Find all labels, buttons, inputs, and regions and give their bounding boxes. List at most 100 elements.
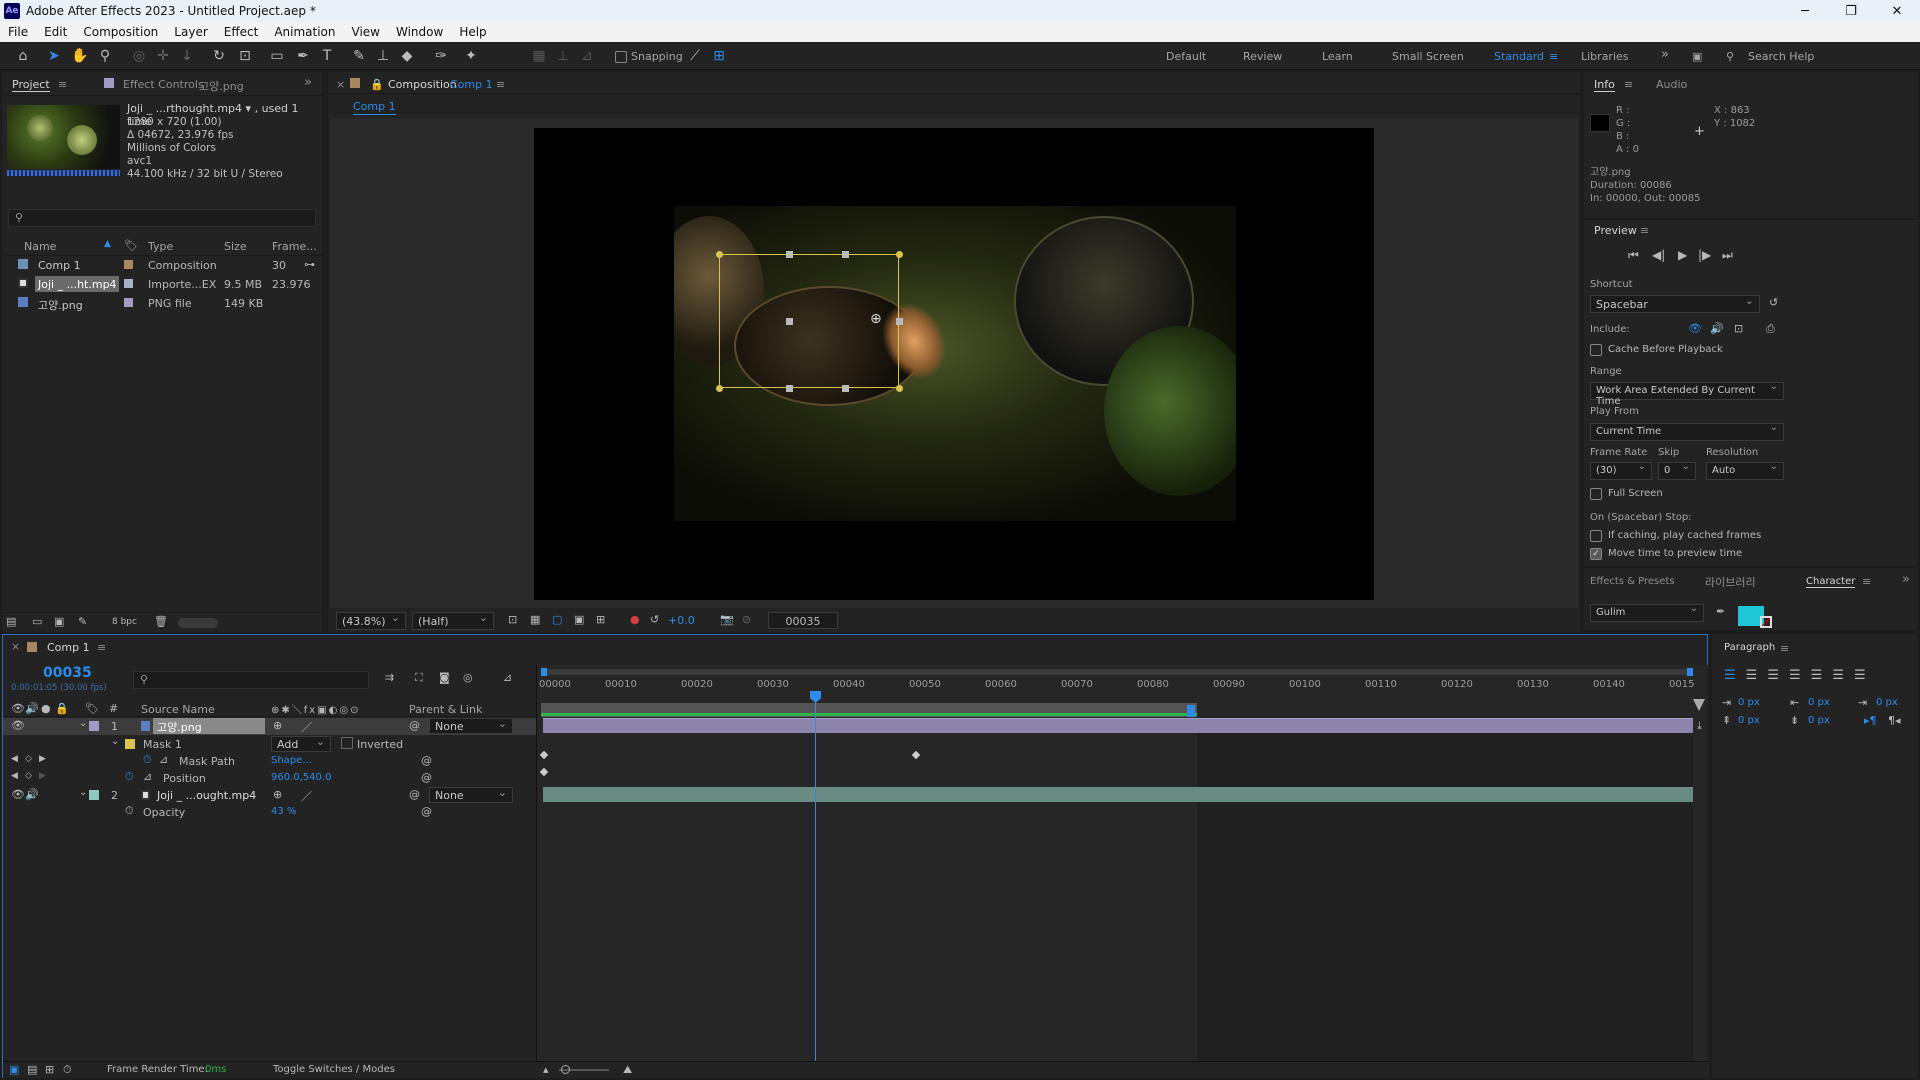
mask-visibility-icon[interactable]: ▢ <box>552 613 562 626</box>
home-icon[interactable]: ⌂ <box>14 47 32 65</box>
roto-brush-icon[interactable]: ✑ <box>432 47 450 65</box>
video-column-icon[interactable]: 👁 <box>11 702 25 715</box>
type-tool-icon[interactable]: T <box>318 47 336 65</box>
include-video-icon[interactable]: 👁 <box>1688 322 1702 335</box>
magnification-dropdown[interactable]: (43.8%) <box>336 611 406 630</box>
character-menu-icon[interactable]: ≡ <box>1862 575 1871 588</box>
workspace-libraries[interactable]: Libraries <box>1581 50 1629 63</box>
transform-handle[interactable] <box>786 251 793 258</box>
search-help-input[interactable]: Search Help <box>1748 50 1814 63</box>
work-area-end-handle[interactable] <box>1187 705 1195 717</box>
transfer-controls-icon[interactable]: ▤ <box>27 1063 37 1076</box>
project-item[interactable]: Joji _ ...ht.mp4 Importe...EX 9.5 MB 23.… <box>2 275 322 294</box>
graph-icon[interactable]: ⊿ <box>159 753 168 766</box>
eraser-tool-icon[interactable]: ◆ <box>398 47 416 65</box>
show-snapshot-icon[interactable]: ⊘ <box>742 613 751 626</box>
lock-column-icon[interactable]: 🔒 <box>55 702 69 715</box>
in-out-icon[interactable]: ⊞ <box>45 1063 54 1076</box>
col-name[interactable]: Name <box>24 240 56 253</box>
tab-comp-name[interactable]: Comp 1 <box>450 78 493 91</box>
anchor-point-icon[interactable]: ⊕ <box>870 311 882 327</box>
pick-whip-icon[interactable]: @ <box>409 788 420 801</box>
rotation-tool-icon[interactable]: ↻ <box>210 47 228 65</box>
resolution-dropdown[interactable]: Auto <box>1706 461 1784 480</box>
pick-whip-icon[interactable]: @ <box>421 805 432 818</box>
comp-menu-icon[interactable]: ≡ <box>496 78 505 91</box>
range-dropdown[interactable]: Work Area Extended By Current Time <box>1590 381 1784 407</box>
mask-path-value[interactable]: Shape... <box>271 755 312 766</box>
audio-column-icon[interactable]: 🔊 <box>25 702 39 715</box>
prev-frame-icon[interactable]: ◀| <box>1652 248 1665 262</box>
external-video-icon[interactable]: ⎙ <box>1766 322 1775 336</box>
footage-dropdown-icon[interactable]: ▾ <box>246 102 252 115</box>
position-row[interactable]: ◀ ◇ ▶ ⏱ ⊿ Position 960.0,540.0 @ <box>3 770 536 787</box>
stroke-color-swatch[interactable] <box>1760 616 1772 628</box>
play-icon[interactable]: ▶ <box>1678 248 1687 262</box>
indent-first-line-value[interactable]: 0 px <box>1808 697 1830 708</box>
layer-bar-2[interactable] <box>543 787 1693 802</box>
tab-audio[interactable]: Audio <box>1656 78 1687 91</box>
zoom-in-icon[interactable]: ⛰ <box>623 1063 632 1077</box>
col-parent-link[interactable]: Parent & Link <box>409 703 482 716</box>
navigator-bar[interactable] <box>541 668 1693 676</box>
orbit-camera-icon[interactable]: ◎ <box>130 47 148 65</box>
menu-help[interactable]: Help <box>451 25 494 39</box>
transform-handle[interactable] <box>786 385 793 392</box>
justify-center-icon[interactable]: ☰ <box>1811 668 1833 683</box>
tab-library[interactable]: 라이브러리 <box>1705 574 1756 590</box>
audio-toggle-icon[interactable]: 🔊 <box>25 788 39 801</box>
justify-all-icon[interactable]: ☰ <box>1854 668 1876 683</box>
quality-icon[interactable]: ／ <box>301 719 312 735</box>
rectangle-tool-icon[interactable]: ▭ <box>268 47 286 65</box>
tab-character[interactable]: Character <box>1806 576 1856 588</box>
project-item[interactable]: 고양.png PNG file 149 KB <box>2 294 322 313</box>
layer-row-2[interactable]: 👁 🔊 ⌄ 2 Joji _ ...ought.mp4 ⊕ ／ @ None <box>3 786 536 804</box>
expand-layer-icon[interactable]: ⌄ <box>79 718 87 729</box>
tab-timeline-comp[interactable]: Comp 1 <box>47 641 90 654</box>
menu-edit[interactable]: Edit <box>36 25 75 39</box>
layer-name[interactable]: 고양.png <box>153 718 265 734</box>
indent-right-value[interactable]: 0 px <box>1876 697 1898 708</box>
comp-breadcrumb[interactable]: Comp 1 <box>353 100 396 115</box>
video-toggle-icon[interactable]: 👁 <box>11 719 25 732</box>
add-keyframe-icon[interactable]: ◇ <box>25 771 32 781</box>
workspace-default[interactable]: Default <box>1166 50 1206 63</box>
menu-window[interactable]: Window <box>388 25 451 39</box>
col-frame[interactable]: Frame... <box>272 240 317 253</box>
prev-keyframe-icon[interactable]: ◀ <box>11 754 18 764</box>
align-left-icon[interactable]: ☰ <box>1724 668 1746 683</box>
region-of-interest-icon[interactable]: ⊡ <box>508 613 517 626</box>
last-frame-icon[interactable]: ⏭ <box>1722 248 1733 263</box>
anchor-point-tool-icon[interactable]: ⊡ <box>236 47 254 65</box>
grid-options-icon[interactable]: ⊞ <box>596 613 605 626</box>
work-area-bar[interactable] <box>541 703 1197 717</box>
interpret-footage-icon[interactable]: ▤ <box>6 615 16 628</box>
layer-bar-1[interactable] <box>543 718 1693 733</box>
paragraph-menu-icon[interactable]: ≡ <box>1780 642 1789 655</box>
mask-vertex-handle[interactable] <box>896 385 903 392</box>
delete-icon[interactable]: 🗑 <box>154 615 168 628</box>
tab-effect-controls[interactable]: Effect Controls <box>123 78 204 91</box>
axis-world-icon[interactable]: ⟂ <box>554 47 572 65</box>
solo-column-icon[interactable]: ● <box>41 702 51 715</box>
pick-whip-icon[interactable]: @ <box>409 719 420 732</box>
zoom-out-icon[interactable]: ▴ <box>543 1063 549 1076</box>
flowchart-icon[interactable]: ⊶ <box>304 258 315 271</box>
guide-options-icon[interactable]: ▣ <box>574 613 584 626</box>
project-menu-icon[interactable]: ≡ <box>58 78 67 91</box>
close-tab-icon[interactable]: × <box>11 640 20 653</box>
next-keyframe-icon[interactable]: ▶ <box>39 754 46 764</box>
timeline-search-input[interactable]: ⚲ <box>133 671 369 689</box>
mask-color-swatch[interactable] <box>125 739 135 749</box>
transform-handle[interactable] <box>896 318 903 325</box>
collapse-transform-icon[interactable]: ⊕ <box>273 788 282 801</box>
label-color[interactable] <box>124 260 133 269</box>
panel-overflow-icon[interactable]: » <box>1902 572 1910 587</box>
col-size[interactable]: Size <box>224 240 247 253</box>
include-overlays-icon[interactable]: ⊡ <box>1734 322 1743 335</box>
cache-before-playback-checkbox[interactable] <box>1590 344 1602 356</box>
align-right-icon[interactable]: ☰ <box>1767 668 1789 683</box>
zoom-tool-icon[interactable]: ⚲ <box>96 47 114 65</box>
pick-whip-icon[interactable]: @ <box>421 754 432 767</box>
snapping-checkbox[interactable] <box>615 51 627 63</box>
